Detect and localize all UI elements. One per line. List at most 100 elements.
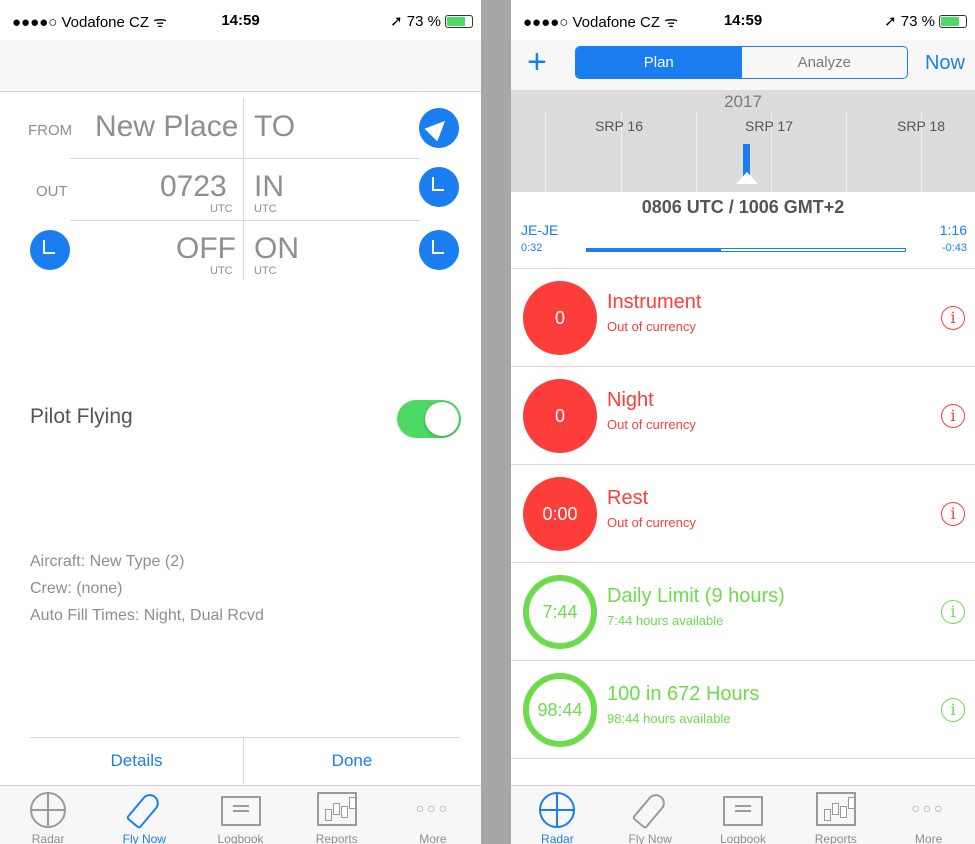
in-clock-button[interactable] (419, 167, 459, 207)
to-field[interactable]: TO (254, 110, 295, 144)
currency-subtitle: 7:44 hours available (607, 613, 724, 628)
details-button[interactable]: Details (30, 738, 243, 784)
tab-label: Reports (315, 832, 358, 844)
tab-label: Radar (31, 832, 65, 844)
radar-screen: ●●●●○ Vodafone CZ ᯤ 14:59 ➚ 73 % + Plan … (511, 0, 975, 844)
currency-title: Rest (607, 487, 649, 509)
off-unit: UTC (210, 265, 233, 277)
clock-icon (432, 240, 444, 254)
logbook-icon (220, 796, 261, 826)
tab-label: More (914, 832, 943, 844)
timeline-scrubber[interactable]: 2017 SRP 16 SRP 17 SRP 18 (511, 90, 975, 192)
logbook-icon (722, 796, 763, 826)
fly-now-screen: ●●●●○ Vodafone CZ ᯤ 14:59 ➚ 73 % FROM Ne… (0, 0, 481, 844)
battery-indicator: ➚ 73 % (884, 12, 967, 30)
in-unit: UTC (254, 203, 277, 215)
aircraft-info[interactable]: Aircraft: New Type (2) (30, 553, 184, 571)
info-icon[interactable]: i (941, 404, 965, 428)
clock-icon (43, 240, 55, 254)
reports-icon (815, 792, 856, 826)
pilot-flying-toggle[interactable] (397, 400, 461, 438)
progress-fill (587, 249, 721, 251)
battery-icon (445, 14, 473, 28)
timeline-tick (545, 112, 546, 192)
auto-fill-info[interactable]: Auto Fill Times: Night, Dual Rcvd (30, 607, 264, 625)
out-field[interactable]: 0723 (160, 170, 227, 204)
radar-icon (30, 792, 67, 828)
tab-bar: Radar Fly Now Logbook Reports ○○○ More (511, 785, 975, 844)
currency-subtitle: Out of currency (607, 417, 696, 432)
more-icon: ○○○ (911, 800, 946, 816)
timeline-year: 2017 (724, 92, 762, 111)
tab-label: Logbook (719, 832, 767, 844)
plan-analyze-segmented-control: Plan Analyze (575, 46, 908, 79)
pilot-flying-label: Pilot Flying (30, 405, 133, 428)
currency-row[interactable]: 98:44 100 in 672 Hours 98:44 hours availab… (511, 661, 975, 759)
info-icon[interactable]: i (941, 600, 965, 624)
crew-info[interactable]: Crew: (none) (30, 580, 122, 598)
battery-icon (939, 14, 967, 28)
on-clock-button[interactable] (419, 230, 459, 270)
tab-label: Fly Now (628, 832, 672, 844)
currency-subtitle: Out of currency (607, 319, 696, 334)
tab-more[interactable]: ○○○ More (882, 786, 975, 844)
currency-row[interactable]: 0:00 Rest Out of currency i (511, 465, 975, 563)
currency-subtitle: 98:44 hours available (607, 711, 731, 726)
segment-plan[interactable]: Plan (576, 47, 742, 78)
on-field[interactable]: ON (254, 232, 299, 266)
from-label: FROM (28, 122, 73, 139)
segment-analyze[interactable]: Analyze (742, 47, 908, 78)
currency-row[interactable]: 0 Night Out of currency i (511, 367, 975, 465)
currency-row[interactable]: 0 Instrument Out of currency i (511, 269, 975, 367)
from-field[interactable]: New Place (95, 110, 238, 144)
utc-time-line: 0806 UTC / 1006 GMT+2 (641, 197, 845, 217)
tab-label: More (419, 832, 447, 844)
timeline-pointer (736, 172, 758, 184)
off-clock-button[interactable] (30, 230, 70, 270)
tab-fly-now[interactable]: Fly Now (96, 786, 192, 844)
tab-reports[interactable]: Reports (289, 786, 385, 844)
tab-reports[interactable]: Reports (789, 786, 882, 844)
status-bar: ●●●●○ Vodafone CZ ᯤ 14:59 ➚ 73 % (511, 0, 975, 40)
screen-divider (481, 0, 511, 844)
tab-fly-now[interactable]: Fly Now (604, 786, 697, 844)
total-time: 1:16 (939, 222, 967, 238)
tab-logbook[interactable]: Logbook (697, 786, 790, 844)
tab-logbook[interactable]: Logbook (192, 786, 288, 844)
info-icon[interactable]: i (941, 698, 965, 722)
info-icon[interactable]: i (941, 502, 965, 526)
currency-value-circle: 98:44 (523, 673, 597, 747)
now-button[interactable]: Now (925, 52, 965, 75)
timeline-tick (696, 112, 697, 192)
out-unit: UTC (210, 203, 233, 215)
nav-bar (0, 40, 481, 92)
off-field[interactable]: OFF (176, 232, 236, 266)
location-button[interactable] (419, 108, 459, 148)
location-arrow-icon (424, 114, 452, 142)
divider (70, 220, 420, 221)
battery-indicator: ➚ 73 % (390, 12, 473, 30)
add-button[interactable]: + (527, 42, 547, 82)
tab-radar[interactable]: Radar (511, 786, 604, 844)
in-field[interactable]: IN (254, 170, 284, 204)
status-bar: ●●●●○ Vodafone CZ ᯤ 14:59 ➚ 73 % (0, 0, 481, 40)
flight-progress-bar (586, 248, 906, 252)
rocket-icon (125, 790, 163, 830)
timeline-marker-srp17: SRP 17 (745, 118, 793, 134)
tab-label: Radar (541, 832, 574, 844)
timeline-marker-srp16: SRP 16 (595, 118, 643, 134)
currency-title: Instrument (607, 291, 702, 313)
info-icon[interactable]: i (941, 306, 965, 330)
currency-subtitle: Out of currency (607, 515, 696, 530)
currency-value-circle: 7:44 (523, 575, 597, 649)
elapsed-time: 0:32 (521, 242, 543, 254)
nav-bar: + Plan Analyze Now (511, 40, 975, 90)
currency-title: 100 in 672 Hours (607, 683, 760, 705)
more-icon: ○○○ (415, 800, 451, 816)
timeline-marker-srp18: SRP 18 (897, 118, 945, 134)
tab-radar[interactable]: Radar (0, 786, 96, 844)
done-button[interactable]: Done (244, 738, 460, 784)
currency-row[interactable]: 7:44 Daily Limit (9 hours) 7:44 hours avai… (511, 563, 975, 661)
tab-more[interactable]: ○○○ More (385, 786, 481, 844)
tab-bar: Radar Fly Now Logbook Reports ○○○ More (0, 785, 481, 844)
